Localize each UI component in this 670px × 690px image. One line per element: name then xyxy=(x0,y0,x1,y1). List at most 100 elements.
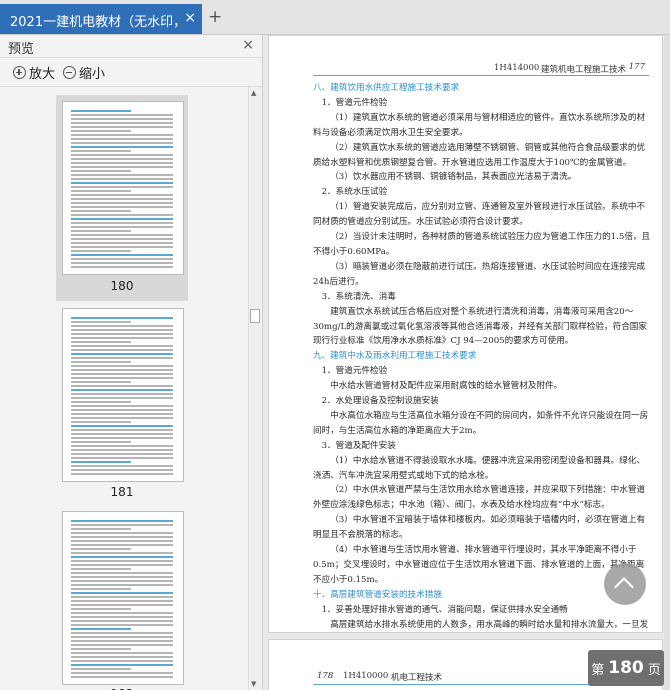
thumbnail-text-line xyxy=(71,393,173,395)
header-code: 1H414000 xyxy=(494,63,540,73)
thumbnail-text-line xyxy=(71,206,173,208)
thumbnail-text-line xyxy=(71,433,173,435)
zoom-out-label: 缩小 xyxy=(79,67,106,82)
paragraph: （1）管道安装完成后，应分别对立管、连通管及室外管段进行水压试验。系统中不同材质… xyxy=(313,202,646,228)
thumbnail-text-line xyxy=(71,469,173,471)
zoom-out-icon xyxy=(63,66,76,79)
thumbnail-text-line xyxy=(71,405,173,407)
thumbnail-page-180[interactable]: 180 xyxy=(56,95,188,301)
thumbnail-text-line xyxy=(71,449,173,451)
thumbnail-text-line xyxy=(71,321,131,323)
thumbnail-page-181[interactable]: 181 xyxy=(56,302,188,508)
thumbnail-text-line xyxy=(71,329,173,331)
thumbnail-text-line xyxy=(71,564,173,566)
thumbnail-text-line xyxy=(71,337,173,339)
next-page-number: 178 xyxy=(317,671,334,681)
paragraph: 高层建筑给水排水系统使用的人数多，用水高峰的瞬时给水量和排水流量大，一旦发生停水… xyxy=(330,619,649,630)
thumbnail-text-line xyxy=(71,246,173,248)
thumbnail-text-line xyxy=(71,110,131,112)
thumbnail-text-line xyxy=(71,413,173,415)
thumbnail-text-line xyxy=(71,664,173,666)
paragraph: 1．管道元件检验 xyxy=(321,97,388,108)
thumbnail-text-line xyxy=(71,142,173,144)
thumbnail-text-line xyxy=(71,214,173,216)
scroll-down-icon[interactable]: ▼ xyxy=(251,680,256,688)
thumbnail-text-line xyxy=(71,178,173,180)
tab-title: 2021一建机电教材（无水印，可 xyxy=(10,15,180,30)
thumbnail-text-line xyxy=(71,397,173,399)
thumbnail-text-line xyxy=(71,532,173,534)
page-indicator-suffix: 页 xyxy=(647,662,661,678)
thumbnail-text-line xyxy=(71,194,173,196)
thumbnail-text-line xyxy=(71,341,131,343)
scroll-up-icon[interactable]: ▲ xyxy=(251,89,256,97)
thumbnail-text-line xyxy=(71,576,173,578)
thumbnail-text-line xyxy=(71,612,173,614)
thumbnail-text-line xyxy=(71,170,131,172)
zoom-in-icon xyxy=(13,66,26,79)
thumbnail-text-line xyxy=(71,652,173,654)
thumbnail-text-line xyxy=(71,672,173,674)
paragraph: 中水给水管道管材及配件应采用耐腐蚀的给水管管材及附件。 xyxy=(330,381,563,392)
thumbnail-text-line xyxy=(71,385,173,387)
thumbnail-text-line xyxy=(71,473,173,475)
new-tab-button[interactable]: + xyxy=(208,8,222,26)
thumbnail-text-line xyxy=(71,126,173,128)
tab-close-icon[interactable]: × xyxy=(184,10,196,26)
thumbnail-text-line xyxy=(71,154,173,156)
thumbnail-text-line xyxy=(71,660,173,662)
page-indicator-number: 180 xyxy=(608,658,644,678)
zoom-in-label: 放大 xyxy=(29,67,56,82)
tab-bar: 2021一建机电教材（无水印，可 × + xyxy=(0,0,670,35)
thumbnail-text-line xyxy=(71,373,173,375)
page-indicator-prefix: 第 xyxy=(591,662,605,678)
thumbnail-text-line xyxy=(71,190,131,192)
thumbnail-text-line xyxy=(71,552,173,554)
thumbnail-text-line xyxy=(71,624,173,626)
thumbnail-text-line xyxy=(71,234,173,236)
document-page: 1H414000 建筑机电工程施工技术 177 八、建筑饮用水供应工程施工技术要… xyxy=(268,35,663,633)
thumbnail-text-line xyxy=(71,258,173,260)
zoom-in-button[interactable]: 放大 xyxy=(13,63,55,82)
sidebar-title: 预览 xyxy=(8,42,35,57)
paragraph: 建筑直饮水系统试压合格后应对整个系统进行清洗和消毒，消毒液可采用含20～30mg… xyxy=(313,306,647,347)
thumbnail-text-line xyxy=(71,134,173,136)
thumbnail-text-line xyxy=(71,174,173,176)
thumbnail-text-line xyxy=(71,365,173,367)
thumbnail-text-line xyxy=(71,461,131,463)
thumbnail-text-line xyxy=(71,166,173,168)
thumbnail-text-line xyxy=(71,536,173,538)
thumbnail-text-line xyxy=(71,568,131,570)
header-page-number: 177 xyxy=(628,62,645,72)
thumbnail-text-line xyxy=(71,548,131,550)
thumbnail-text-line xyxy=(71,130,131,132)
scroll-to-top-button[interactable] xyxy=(604,563,646,605)
thumbnail-text-line xyxy=(71,437,173,439)
thumbnail-text-line xyxy=(71,114,173,116)
thumbnail-text-line xyxy=(71,604,173,606)
thumbnail-text-line xyxy=(71,544,173,546)
thumbnail-image xyxy=(62,308,184,482)
zoom-out-button[interactable]: 缩小 xyxy=(63,63,105,82)
thumbnail-text-line xyxy=(71,146,173,148)
thumbnail-text-line xyxy=(71,656,173,658)
document-scrollbar[interactable] xyxy=(664,35,670,690)
thumbnail-text-line xyxy=(71,425,173,427)
thumbnail-page-182[interactable]: 182 xyxy=(56,505,188,690)
scrollbar-handle[interactable] xyxy=(250,309,260,323)
thumbnail-text-line xyxy=(71,580,173,582)
thumbnail-text-line xyxy=(71,648,131,650)
thumbnail-text-line xyxy=(71,441,131,443)
thumbnail-text-line xyxy=(71,186,173,188)
document-tab[interactable]: 2021一建机电教材（无水印，可 × xyxy=(0,4,202,34)
thumbnail-text-line xyxy=(71,556,173,558)
paragraph: （3）暗装管道必须在隐蔽前进行试压。热熔连接管道、水压试验时间应在连接完成24h… xyxy=(313,261,646,287)
paragraph: （1）建筑直饮水系统的管道必须采用与管材相适应的管件。直饮水系统所涉及的材料与设… xyxy=(313,112,646,138)
thumbnail-label: 181 xyxy=(110,485,134,499)
thumbnail-text-line xyxy=(71,389,173,391)
thumbnail-text-line xyxy=(71,644,173,646)
zoom-toolbar: 放大 缩小 xyxy=(0,58,262,87)
sidebar-close-icon[interactable]: × xyxy=(242,37,254,53)
sidebar-scrollbar[interactable]: ▲ ▼ xyxy=(248,87,261,690)
paragraph: 2．水处理设备及控制设施安装 xyxy=(321,396,439,407)
